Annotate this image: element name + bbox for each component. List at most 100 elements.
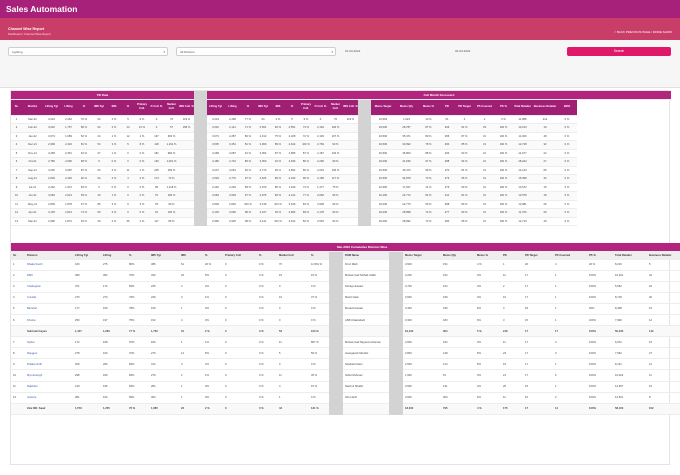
- table-cell: 168: [101, 336, 127, 349]
- table-cell: 90 %: [271, 166, 285, 175]
- breadcrumb[interactable]: Dashboard / Channel Wise Report: [8, 32, 668, 36]
- table-cell: 1: [553, 358, 587, 371]
- table-cell: 5,562: [613, 281, 647, 293]
- table-row: 1 Mar-22 3,219 2,262 70 % 64 2 % 5 9 % 0 76 119 % 3,…: [11, 115, 671, 124]
- channel-select[interactable]: Lighting ▾: [8, 47, 168, 56]
- table-cell: 12: [647, 314, 680, 327]
- table-cell: 15,098: [512, 174, 533, 184]
- table-cell: 84%: [127, 369, 149, 382]
- table-cell: 20%: [587, 303, 613, 315]
- table-cell: 196: [441, 303, 475, 315]
- table-cell: 2,296: [313, 157, 328, 167]
- table-cell: 148: [441, 347, 475, 360]
- trend-column-header: IMS: [107, 99, 121, 116]
- division-select[interactable]: All Division ▾: [176, 47, 336, 56]
- division-link[interactable]: Khulna: [25, 314, 73, 327]
- table-cell: 278: [73, 347, 101, 360]
- table-cell: 0: [223, 314, 257, 327]
- table-cell: 15: [533, 183, 557, 192]
- table-cell: 20 %: [203, 259, 223, 271]
- table-cell: 36: [121, 217, 135, 226]
- table-cell: 0 %: [135, 157, 149, 167]
- table-cell: 0: [277, 314, 309, 327]
- table-cell: 4%: [475, 281, 501, 293]
- table-cell: [389, 259, 403, 271]
- table-cell: [389, 325, 403, 338]
- table-cell: 46: [647, 292, 680, 304]
- table-cell: 73 %: [418, 217, 439, 226]
- table-cell: [358, 174, 371, 184]
- division-link[interactable]: Dhaka North: [25, 358, 73, 371]
- table-cell: 76: [164, 115, 179, 124]
- table-cell: 0%: [203, 392, 223, 404]
- division-link[interactable]: Sylhet: [25, 336, 73, 349]
- table-cell: 1 %: [107, 132, 121, 141]
- table-cell: 1,757: [60, 123, 77, 133]
- table-cell: 194: [101, 392, 127, 404]
- table-cell: [329, 403, 343, 415]
- division-column-header: Memo Target: [403, 251, 441, 260]
- division-link[interactable]: Mymensingh: [25, 369, 73, 382]
- table-cell: 87 %: [271, 149, 285, 158]
- table-cell: 0 %: [309, 281, 329, 293]
- table-cell: 136: [149, 157, 164, 167]
- table-cell: 8,498: [613, 303, 647, 315]
- table-row: 6 Oct-21 2,780 2,090 68 % 9 0 % 0 0 % 136 1,061 % 3…: [11, 157, 671, 167]
- table-cell: [358, 123, 371, 133]
- division-link[interactable]: Jessore: [25, 392, 73, 404]
- page-header: Channel Wise Report Dashboard / Channel …: [0, 18, 680, 40]
- table-cell: 100 %: [495, 217, 512, 226]
- table-cell: 42,600: [371, 183, 395, 192]
- search-button[interactable]: Search: [567, 47, 671, 56]
- table-cell: 2,193: [313, 132, 328, 141]
- table-cell: 107 %: [328, 132, 343, 141]
- table-cell: 86 %: [299, 157, 313, 167]
- table-cell: 2 %: [107, 217, 121, 226]
- table-cell: 0 %: [557, 115, 577, 124]
- table-cell: [358, 208, 371, 218]
- table-cell: 69%: [127, 392, 149, 404]
- table-cell: 1,878: [60, 200, 77, 209]
- table-cell: 83%: [127, 281, 149, 293]
- table-cell: 2,330: [60, 174, 77, 184]
- table-cell: 40,000: [371, 157, 395, 167]
- table-cell: 89 %: [271, 140, 285, 150]
- division-column-header: Business Retailer: [647, 251, 680, 260]
- table-cell: 5: [11, 149, 22, 158]
- table-cell: [389, 303, 403, 315]
- table-cell: 1,872: [60, 217, 77, 226]
- table-cell: 2,636: [285, 157, 299, 167]
- back-link[interactable]: < BACK PREVIOUS PAGE / MORE SHOW: [614, 30, 672, 34]
- division-link[interactable]: Cumilla: [25, 292, 73, 304]
- division-link[interactable]: Barishal: [25, 303, 73, 315]
- group-gap: [194, 91, 207, 100]
- table-cell: 6: [11, 314, 25, 327]
- date-from-input[interactable]: 01-03-2022: [342, 47, 442, 56]
- table-cell: 1: [11, 115, 22, 124]
- table-cell: 100 %: [164, 208, 179, 218]
- table-cell: 184: [149, 336, 179, 349]
- table-cell: 100%: [587, 314, 613, 327]
- table-cell: 4: [121, 174, 135, 184]
- table-cell: 84%: [127, 358, 149, 371]
- table-cell: 16: [647, 381, 680, 393]
- division-link[interactable]: Dhaka South: [25, 259, 73, 271]
- table-cell: 0 %: [107, 157, 121, 167]
- table-cell: 3,237: [207, 166, 224, 175]
- division-link[interactable]: Chattogram: [25, 281, 73, 293]
- table-cell: 15: [523, 314, 553, 327]
- table-cell: [329, 303, 343, 315]
- table-cell: 35,471: [395, 132, 418, 141]
- table-cell: 75%: [127, 314, 149, 327]
- table-cell: 2,328: [285, 132, 299, 141]
- table-cell: 172: [101, 281, 127, 293]
- division-link[interactable]: DMC: [25, 270, 73, 282]
- table-cell: [194, 208, 207, 218]
- division-link[interactable]: Rangpur: [25, 347, 73, 360]
- division-column-header: %: [203, 251, 223, 260]
- table-cell: 219: [73, 381, 101, 393]
- division-link[interactable]: Rajshahi: [25, 381, 73, 393]
- table-cell: 17: [523, 403, 553, 415]
- date-to-input[interactable]: 03-03-2022: [452, 47, 552, 56]
- table-cell: Sofiul Rahman: [343, 369, 389, 382]
